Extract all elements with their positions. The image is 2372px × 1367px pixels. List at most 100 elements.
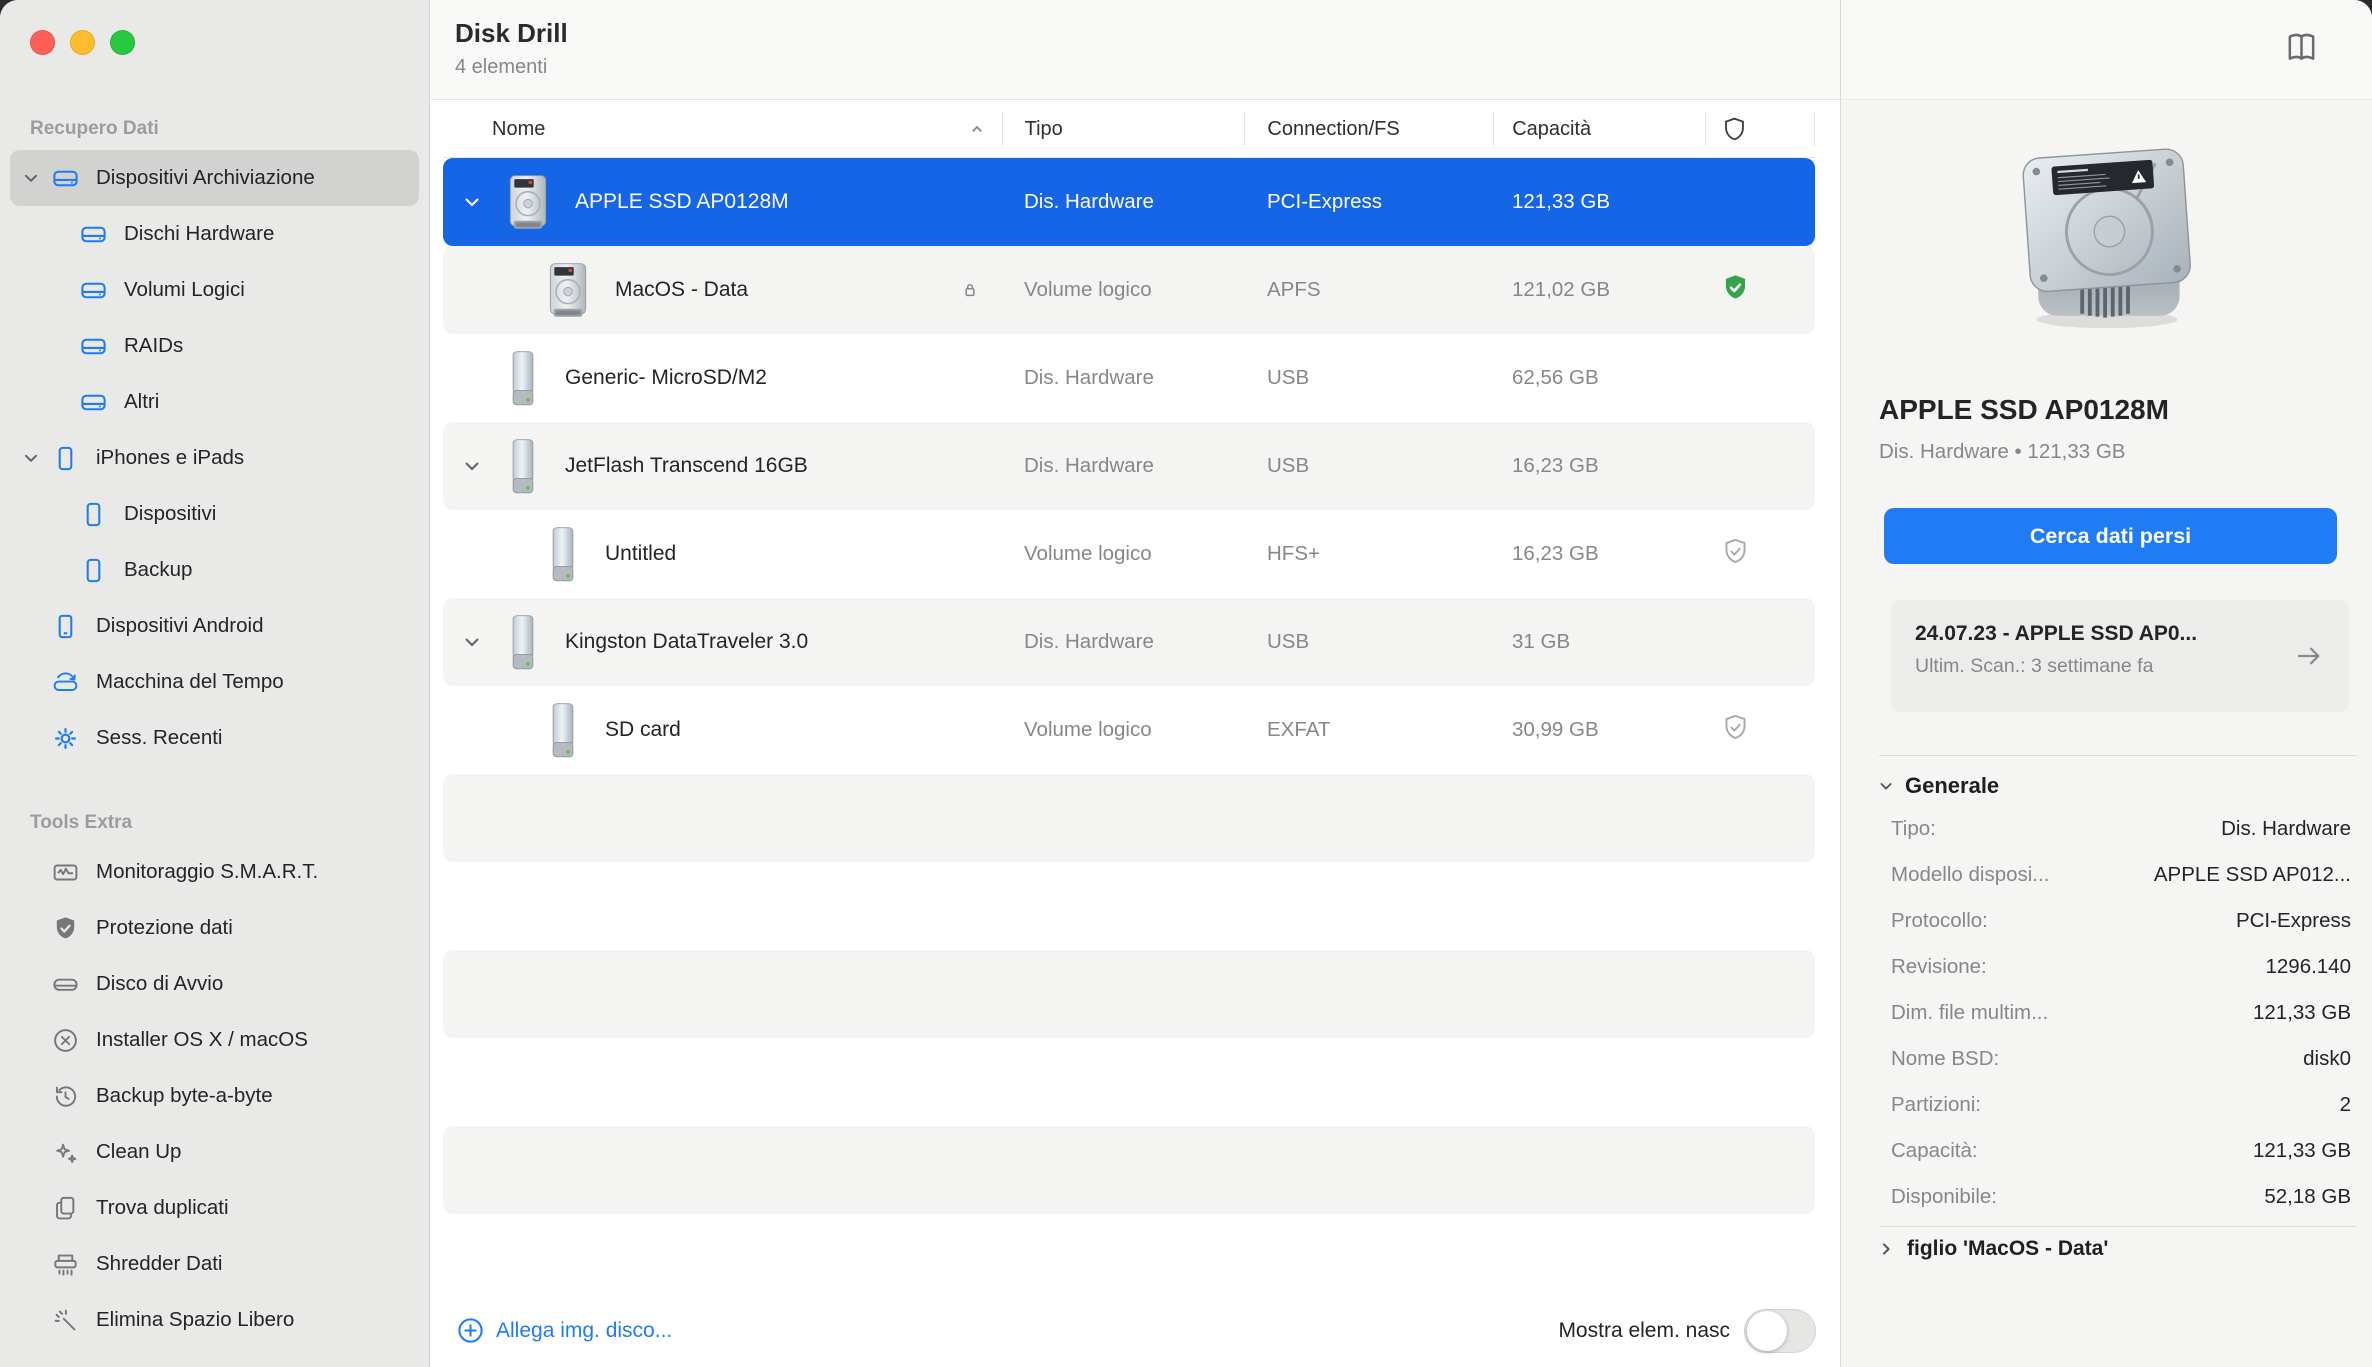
- time-machine-icon: [48, 665, 82, 699]
- detail-row-partizioni: Partizioni: 2: [1891, 1082, 2351, 1128]
- type-cell: Volume logico: [1024, 718, 1152, 741]
- child-volume-link[interactable]: figlio 'MacOS - Data': [1875, 1232, 2108, 1266]
- chevron-right-icon[interactable]: [1875, 1238, 1897, 1260]
- sidebar-item-label: Protezione dati: [96, 916, 233, 939]
- detail-value: 2: [2339, 1093, 2351, 1116]
- column-header-tipo[interactable]: Tipo: [1001, 112, 1245, 146]
- sidebar-item-volumi-logici[interactable]: Volumi Logici: [0, 262, 429, 318]
- type-cell: Volume logico: [1024, 278, 1152, 301]
- sidebar-section-recupero-dati: Recupero Dati Dispositivi Archiviazione Di…: [0, 108, 429, 766]
- sidebar-item-altri[interactable]: Altri: [0, 374, 429, 430]
- circle-x-icon: [48, 1023, 82, 1057]
- detail-row-disponibile: Disponibile: 52,18 GB: [1891, 1174, 2351, 1220]
- general-details: Tipo: Dis. Hardware Modello disposi... APPL…: [1891, 806, 2351, 1220]
- empty-row: [443, 1126, 1815, 1214]
- arrow-right-icon[interactable]: [2293, 640, 2325, 672]
- sidebar-item-disco-di-avvio[interactable]: Disco di Avvio: [0, 956, 429, 1012]
- device-row-kingston-datatraveler-3-0[interactable]: Kingston DataTraveler 3.0 Dis. Hardware US…: [443, 598, 1815, 686]
- sidebar-item-backup-byte-a-byte[interactable]: Backup byte-a-byte: [0, 1068, 429, 1124]
- items-count: 4 elementi: [455, 56, 548, 78]
- device-row-untitled[interactable]: Untitled Volume logico HFS+ 16,23 GB: [443, 510, 1815, 598]
- sidebar-item-dispositivi[interactable]: Dispositivi: [0, 486, 429, 542]
- sidebar-item-dischi-hardware[interactable]: Dischi Hardware: [0, 206, 429, 262]
- sidebar-item-monitoraggio-s-m-a-r-t[interactable]: Monitoraggio S.M.A.R.T.: [0, 844, 429, 900]
- capacity-cell: 30,99 GB: [1512, 718, 1599, 741]
- device-name: JetFlash Transcend 16GB: [565, 454, 808, 477]
- device-row-macos-data[interactable]: MacOS - Data Volume logico APFS 121,02 GB: [443, 246, 1815, 334]
- general-section-header[interactable]: Generale: [1875, 768, 1999, 804]
- boot-disk-icon: [48, 967, 82, 1001]
- empty-row: [443, 862, 1815, 950]
- window-controls: [30, 30, 135, 55]
- sidebar-item-macchina-del-tempo[interactable]: Macchina del Tempo: [0, 654, 429, 710]
- close-window-button[interactable]: [30, 30, 55, 55]
- detail-value: 121,33 GB: [2252, 1139, 2351, 1162]
- detail-label: Revisione:: [1891, 955, 1987, 978]
- search-lost-data-button[interactable]: Cerca dati persi: [1884, 508, 2337, 564]
- device-row-apple-ssd-ap0128m[interactable]: APPLE SSD AP0128M Dis. Hardware PCI-Expres…: [443, 158, 1815, 246]
- name-cell: MacOS - Data: [443, 246, 1002, 334]
- detail-value: Dis. Hardware: [2221, 817, 2351, 840]
- minimize-window-button[interactable]: [70, 30, 95, 55]
- sidebar-item-clean-up[interactable]: Clean Up: [0, 1124, 429, 1180]
- sidebar-section-label: Tools Extra: [30, 812, 133, 833]
- toggle-knob: [1747, 1310, 1787, 1351]
- last-scan-card[interactable]: 24.07.23 - APPLE SSD AP0... Ultim. Scan.…: [1891, 600, 2349, 712]
- device-row-generic-microsd-m2[interactable]: Generic- MicroSD/M2 Dis. Hardware USB 62,56…: [443, 334, 1815, 422]
- sidebar-sections: Recupero Dati Dispositivi Archiviazione Di…: [0, 108, 429, 1348]
- device-name: Kingston DataTraveler 3.0: [565, 630, 809, 653]
- sort-ascending-icon[interactable]: [966, 118, 988, 140]
- shield-check-outline-icon: [1720, 536, 1751, 572]
- smart-monitor-icon: [48, 855, 82, 889]
- show-hidden-label: Mostra elem. nasc: [1558, 1318, 1730, 1342]
- inspector-divider: [1879, 755, 2357, 756]
- chevron-down-icon[interactable]: [457, 629, 487, 655]
- sidebar-item-sess-recenti[interactable]: Sess. Recenti: [0, 710, 429, 766]
- name-cell: JetFlash Transcend 16GB: [443, 422, 1002, 510]
- column-header-capacit[interactable]: Capacità: [1493, 112, 1705, 146]
- chevron-down-icon[interactable]: [14, 446, 48, 470]
- chevron-down-icon[interactable]: [457, 453, 487, 479]
- column-header-nome[interactable]: Nome: [443, 112, 1002, 146]
- attach-disk-image-link[interactable]: Allega img. disco...: [455, 1315, 672, 1346]
- sidebar-item-iphones-e-ipads[interactable]: iPhones e iPads: [0, 430, 429, 486]
- sidebar-item-dispositivi-archiviazione[interactable]: Dispositivi Archiviazione: [10, 150, 419, 206]
- sidebar-item-label: Installer OS X / macOS: [96, 1028, 308, 1051]
- chevron-down-icon[interactable]: [1875, 775, 1897, 797]
- empty-row: [443, 1038, 1815, 1126]
- empty-row: [443, 774, 1815, 862]
- lock-icon: [958, 278, 982, 302]
- protection-cell: [1706, 712, 1815, 748]
- device-row-sd-card[interactable]: SD card Volume logico EXFAT 30,99 GB: [443, 686, 1815, 774]
- storage-drive-icon: [48, 161, 82, 195]
- protection-cell: [1706, 536, 1815, 572]
- column-header-connection-fs[interactable]: Connection/FS: [1244, 112, 1493, 146]
- sidebar-item-protezione-dati[interactable]: Protezione dati: [0, 900, 429, 956]
- storage-drive-icon: [76, 217, 110, 251]
- iphone-icon: [48, 441, 82, 475]
- inspector-panel: APPLE SSD AP0128M Dis. Hardware • 121,33…: [1840, 0, 2372, 1367]
- detail-row-nome-bsd: Nome BSD: disk0: [1891, 1036, 2351, 1082]
- shield-icon-column-header[interactable]: [1705, 112, 1814, 146]
- sidebar-item-dispositivi-android[interactable]: Dispositivi Android: [0, 598, 429, 654]
- chevron-down-icon[interactable]: [457, 189, 487, 215]
- sidebar-item-label: Disco di Avvio: [96, 972, 224, 995]
- show-hidden-toggle[interactable]: [1744, 1308, 1816, 1353]
- sidebar-item-installer-os-x-macos[interactable]: Installer OS X / macOS: [0, 1012, 429, 1068]
- device-name: SD card: [605, 718, 681, 741]
- inspector-divider: [1879, 1226, 2357, 1227]
- zoom-window-button[interactable]: [110, 30, 135, 55]
- chevron-down-icon[interactable]: [14, 166, 48, 190]
- capacity-cell: 62,56 GB: [1512, 366, 1599, 389]
- device-row-jetflash-transcend-16gb[interactable]: JetFlash Transcend 16GB Dis. Hardware USB 1…: [443, 422, 1815, 510]
- book-icon[interactable]: [2279, 28, 2324, 68]
- connection-cell: APFS: [1267, 278, 1321, 301]
- sidebar-item-shredder-dati[interactable]: Shredder Dati: [0, 1236, 429, 1292]
- sidebar-item-elimina-spazio-libero[interactable]: Elimina Spazio Libero: [0, 1292, 429, 1348]
- sidebar-item-raids[interactable]: RAIDs: [0, 318, 429, 374]
- last-scan-subtitle: Ultim. Scan.: 3 settimane fa: [1915, 655, 2154, 677]
- sidebar-item-trova-duplicati[interactable]: Trova duplicati: [0, 1180, 429, 1236]
- sidebar-section-tools-extra: Tools Extra Monitoraggio S.M.A.R.T. Protez…: [0, 802, 429, 1348]
- connection-cell: PCI-Express: [1267, 190, 1383, 213]
- sidebar-item-backup[interactable]: Backup: [0, 542, 429, 598]
